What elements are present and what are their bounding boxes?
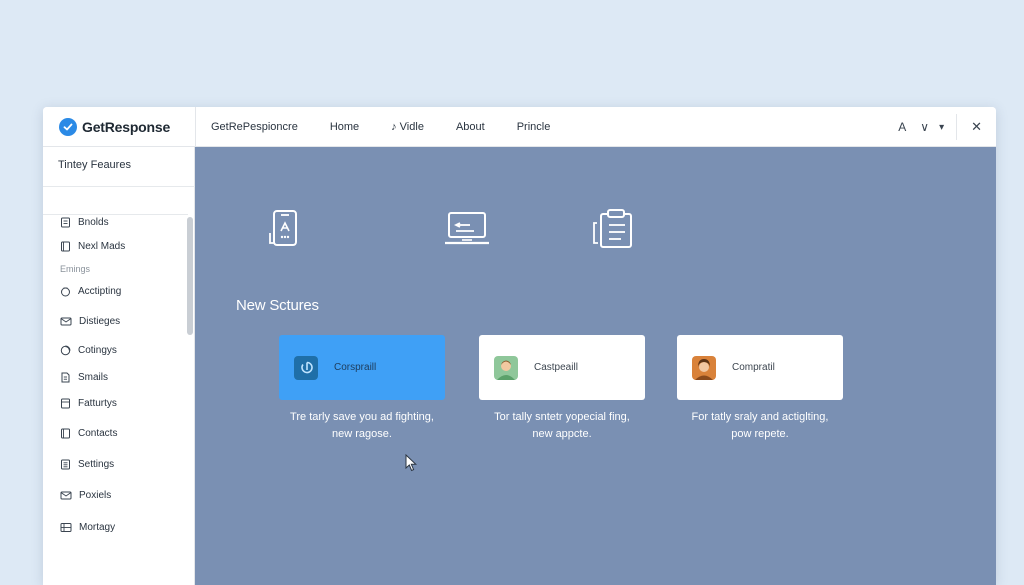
sidebar-item-label: Nexl Mads	[78, 240, 126, 252]
nav-item-about[interactable]: About	[456, 121, 485, 133]
card-description: For tatly sraly and actiglting, pow repe…	[670, 409, 850, 443]
feature-card-compratil[interactable]: Compratil	[677, 335, 843, 400]
mouse-cursor-icon	[405, 454, 417, 472]
sidebar-item-smails[interactable]: Smails	[60, 369, 108, 385]
window-controls: A ∨ ▾ ✕	[884, 107, 996, 147]
font-size-button[interactable]: A	[898, 120, 906, 134]
sidebar-item-nexl-mads[interactable]: Nexl Mads	[60, 238, 125, 254]
nav-item-video-label: Vidle	[399, 121, 424, 133]
avatar	[692, 355, 716, 380]
sidebar-item-label: Mortagy	[79, 521, 116, 533]
card-description-line: new appcte.	[532, 428, 592, 440]
sidebar-item-distieges[interactable]: Distieges	[60, 313, 120, 329]
card-label: Castpeaill	[534, 362, 578, 373]
logo[interactable]: GetResponse	[59, 117, 170, 137]
card-description-line: Tor tally sntetr yopecial fing,	[494, 411, 630, 423]
clipboard-list-icon[interactable]	[591, 209, 635, 249]
nav-item-home[interactable]: Home	[330, 121, 359, 133]
main-content: New Sctures Corspraill Castpeaill Compra…	[195, 147, 996, 585]
card-description: Tre tarly save you ad fighting, new rago…	[272, 409, 452, 443]
sidebar-item-acctipting[interactable]: Acctipting	[60, 283, 121, 299]
sidebar-item-poxiels[interactable]: Poxiels	[60, 487, 111, 503]
sidebar-item-label: Cotingys	[78, 344, 117, 356]
chevron-down-icon[interactable]: ∨	[920, 120, 929, 134]
sidebar-divider	[43, 186, 195, 187]
nav-item-video[interactable]: ♪ Vidle	[391, 121, 424, 133]
sidebar-item-label: Poxiels	[79, 489, 112, 501]
book-icon	[61, 241, 70, 251]
sidebar-item-label: Contacts	[78, 427, 118, 439]
nav-item-brand[interactable]: GetRePespioncre	[211, 121, 298, 133]
sidebar-item-label: Fatturtys	[78, 397, 117, 409]
nav-item-principle[interactable]: Princle	[517, 121, 551, 133]
card-label: Compratil	[732, 362, 775, 373]
sidebar: Tintey Feaures Bnolds Nexl Mads Emings A…	[43, 147, 195, 585]
controls-divider	[956, 114, 958, 140]
sidebar-item-bnolds[interactable]: Bnolds	[60, 214, 109, 230]
circle-icon	[61, 287, 70, 296]
sidebar-title: Tintey Feaures	[58, 159, 131, 171]
laptop-back-icon[interactable]	[444, 211, 490, 247]
section-title: New Sctures	[236, 297, 319, 314]
close-icon[interactable]: ✕	[971, 119, 982, 135]
feature-card-castpeaill[interactable]: Castpeaill	[479, 335, 645, 400]
sidebar-item-label: Settings	[78, 458, 115, 470]
card-description-line: pow repete.	[731, 428, 789, 440]
sidebar-item-label: Bnolds	[78, 216, 109, 228]
book-icon	[61, 428, 70, 438]
app-window: GetResponse GetRePespioncre Home ♪ Vidle…	[43, 107, 996, 585]
feature-card-corspraill[interactable]: Corspraill	[279, 335, 445, 400]
sidebar-item-cotingys[interactable]: Cotingys	[60, 342, 117, 358]
mail-icon	[60, 491, 72, 499]
card-description: Tor tally sntetr yopecial fing, new appc…	[472, 409, 652, 443]
card-description-line: For tatly sraly and actiglting,	[691, 411, 829, 423]
sidebar-item-label: Acctipting	[78, 285, 122, 297]
card-description-line: new ragose.	[332, 428, 392, 440]
dropdown-arrow-icon[interactable]: ▾	[939, 122, 944, 133]
logo-text: GetResponse	[82, 119, 171, 135]
card-description-line: Tre tarly save you ad fighting,	[290, 411, 434, 423]
top-bar: GetResponse GetRePespioncre Home ♪ Vidle…	[43, 107, 996, 147]
sidebar-item-settings[interactable]: Settings	[60, 456, 114, 472]
sidebar-item-mortagy[interactable]: Mortagy	[60, 519, 115, 535]
app-tile-icon	[294, 355, 318, 380]
ring-icon	[60, 345, 71, 355]
layers-icon	[61, 398, 70, 408]
document-icon	[61, 217, 70, 227]
sidebar-item-label: Distieges	[79, 315, 121, 327]
sidebar-section-label: Emings	[60, 264, 91, 274]
card-label: Corspraill	[334, 362, 377, 373]
avatar	[494, 355, 518, 380]
list-icon	[61, 459, 70, 469]
check-logo-icon	[59, 118, 77, 136]
sidebar-item-label: Smails	[78, 371, 109, 383]
top-nav: GetRePespioncre Home ♪ Vidle About Princ…	[211, 107, 582, 147]
sidebar-item-fatturtys[interactable]: Fatturtys	[60, 395, 117, 411]
grid-icon	[60, 522, 72, 532]
music-note-icon: ♪	[391, 121, 397, 133]
mobile-pdf-icon[interactable]	[267, 209, 303, 247]
document-icon	[61, 372, 70, 382]
topbar-divider	[195, 107, 196, 147]
sidebar-item-contacts[interactable]: Contacts	[60, 425, 117, 441]
sidebar-scrollbar[interactable]	[187, 217, 193, 335]
mail-icon	[60, 317, 72, 325]
